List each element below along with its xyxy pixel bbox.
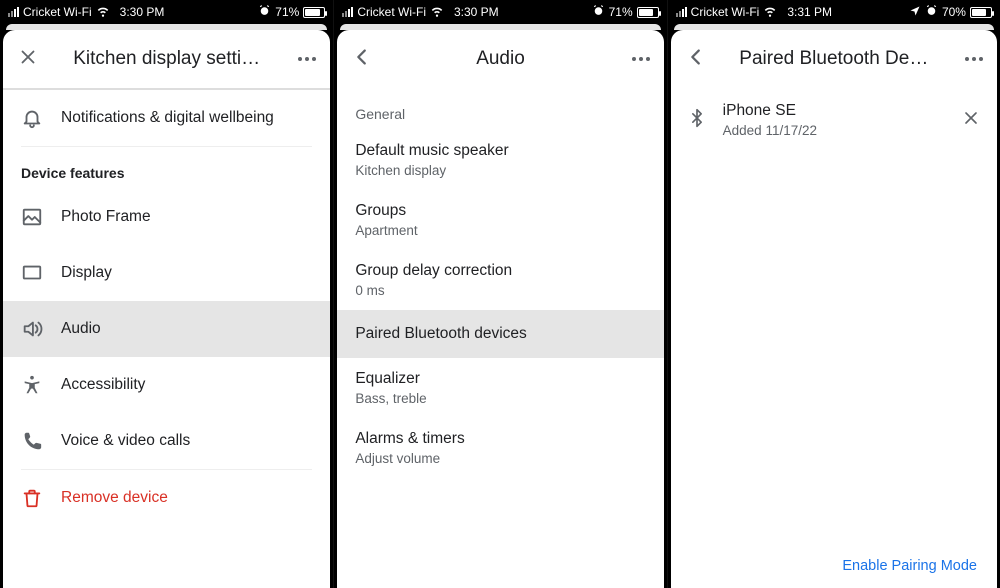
battery-icon (637, 7, 659, 18)
row-sublabel: Apartment (355, 223, 645, 238)
time-label: 3:30 PM (454, 5, 499, 19)
trash-icon (21, 487, 43, 509)
battery-pct: 71% (609, 5, 633, 19)
row-remove-device[interactable]: Remove device (3, 470, 330, 526)
alarm-icon (925, 4, 938, 20)
accessibility-icon (21, 374, 43, 396)
signal-icon (8, 7, 19, 17)
wifi-icon (763, 4, 777, 21)
status-bar: Cricket Wi-Fi 3:31 PM 70% (668, 0, 1000, 24)
screen-1-device-settings: Cricket Wi-Fi 3:30 PM 71% Kitchen dis (0, 0, 333, 588)
header: Paired Bluetooth De… (671, 30, 997, 88)
battery-pct: 70% (942, 5, 966, 19)
display-icon (21, 262, 43, 284)
row-label: Photo Frame (61, 208, 312, 226)
row-display[interactable]: Display (3, 245, 330, 301)
row-sublabel: Adjust volume (355, 451, 645, 466)
device-name: iPhone SE (723, 102, 945, 120)
overflow-menu-button[interactable] (620, 57, 650, 61)
row-voice-video[interactable]: Voice & video calls (3, 413, 330, 469)
close-button[interactable] (17, 46, 47, 73)
row-label: Remove device (61, 489, 312, 507)
alarm-icon (592, 4, 605, 20)
row-alarms[interactable]: Alarms & timers Adjust volume (337, 418, 663, 478)
photo-frame-icon (21, 206, 43, 228)
row-label: Display (61, 264, 312, 282)
row-label: Paired Bluetooth devices (355, 325, 645, 343)
enable-pairing-mode-link[interactable]: Enable Pairing Mode (842, 558, 977, 574)
row-group-delay[interactable]: Group delay correction 0 ms (337, 250, 663, 310)
row-photo-frame[interactable]: Photo Frame (3, 189, 330, 245)
carrier-label: Cricket Wi-Fi (357, 5, 426, 19)
row-label: Alarms & timers (355, 430, 645, 448)
row-label: Group delay correction (355, 262, 645, 280)
device-added: Added 11/17/22 (723, 123, 945, 138)
battery-icon (303, 7, 325, 18)
section-general: General (337, 88, 663, 130)
row-label: Audio (61, 320, 312, 338)
carrier-label: Cricket Wi-Fi (691, 5, 760, 19)
carrier-label: Cricket Wi-Fi (23, 5, 92, 19)
row-equalizer[interactable]: Equalizer Bass, treble (337, 358, 663, 418)
page-title: Audio (381, 48, 619, 70)
row-default-speaker[interactable]: Default music speaker Kitchen display (337, 130, 663, 190)
row-sublabel: Bass, treble (355, 391, 645, 406)
row-sublabel: 0 ms (355, 283, 645, 298)
time-label: 3:30 PM (120, 5, 165, 19)
signal-icon (676, 7, 687, 17)
page-title: Kitchen display setti… (47, 48, 286, 70)
screen-2-audio: Cricket Wi-Fi 3:30 PM 71% Audio General (333, 0, 666, 588)
battery-pct: 71% (275, 5, 299, 19)
row-paired-bluetooth[interactable]: Paired Bluetooth devices (337, 310, 663, 358)
back-button[interactable] (351, 46, 381, 73)
back-button[interactable] (685, 46, 715, 73)
row-audio[interactable]: Audio (3, 301, 330, 357)
header: Audio (337, 30, 663, 88)
overflow-menu-button[interactable] (286, 57, 316, 61)
row-label: Accessibility (61, 376, 312, 394)
alarm-icon (258, 4, 271, 20)
row-label: Equalizer (355, 370, 645, 388)
phone-icon (21, 430, 43, 452)
header: Kitchen display setti… (3, 30, 330, 88)
remove-device-button[interactable] (961, 108, 981, 133)
bell-icon (21, 107, 43, 129)
row-label: Voice & video calls (61, 432, 312, 450)
row-notifications[interactable]: Notifications & digital wellbeing (3, 90, 330, 146)
status-bar: Cricket Wi-Fi 3:30 PM 71% (334, 0, 666, 24)
wifi-icon (430, 4, 444, 21)
signal-icon (342, 7, 353, 17)
status-bar: Cricket Wi-Fi 3:30 PM 71% (0, 0, 333, 24)
row-groups[interactable]: Groups Apartment (337, 190, 663, 250)
location-icon (909, 5, 921, 20)
audio-icon (21, 318, 43, 340)
row-sublabel: Kitchen display (355, 163, 645, 178)
page-title: Paired Bluetooth De… (715, 48, 953, 70)
row-label: Default music speaker (355, 142, 645, 160)
battery-icon (970, 7, 992, 18)
section-device-features: Device features (3, 147, 330, 189)
row-label: Groups (355, 202, 645, 220)
paired-device-row[interactable]: iPhone SE Added 11/17/22 (671, 88, 997, 152)
row-accessibility[interactable]: Accessibility (3, 357, 330, 413)
row-label: Notifications & digital wellbeing (61, 109, 312, 127)
bluetooth-icon (687, 108, 707, 133)
wifi-icon (96, 4, 110, 21)
overflow-menu-button[interactable] (953, 57, 983, 61)
time-label: 3:31 PM (787, 5, 832, 19)
screen-3-paired-devices: Cricket Wi-Fi 3:31 PM 70% Paired Bluetoo… (667, 0, 1000, 588)
